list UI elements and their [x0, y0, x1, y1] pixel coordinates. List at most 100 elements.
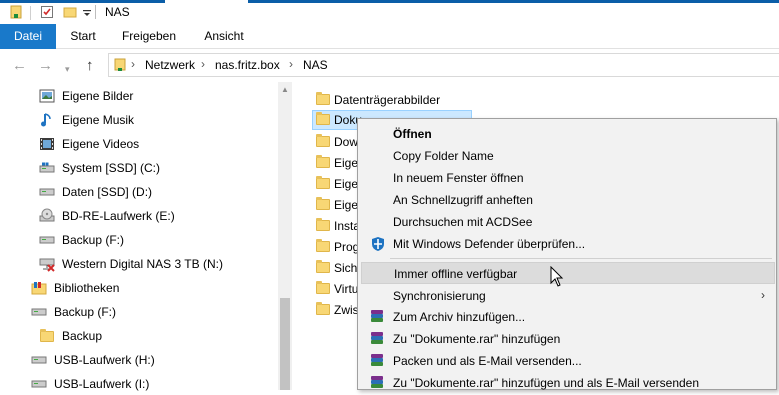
folder-name: Eige — [334, 198, 359, 212]
folder-icon — [316, 218, 330, 232]
tab-share[interactable]: Freigeben — [114, 24, 184, 49]
nav-item-data-drive[interactable]: Daten [SSD] (D:) — [38, 181, 152, 203]
nav-item-label: System [SSD] (C:) — [62, 161, 161, 175]
folder-item[interactable]: Insta — [316, 216, 360, 236]
nav-item-usb-i[interactable]: USB-Laufwerk (I:) — [30, 373, 149, 395]
folder-item[interactable]: Sich — [316, 258, 357, 278]
recent-locations-button[interactable]: ▾ — [65, 61, 70, 77]
menu-item-pin-quick-access[interactable]: An Schnellzugriff anheften — [361, 189, 775, 211]
menu-item-label: Mit Windows Defender überprüfen... — [393, 237, 586, 251]
nav-item-label: Eigene Bilder — [62, 89, 134, 103]
music-icon — [38, 112, 56, 128]
breadcrumb-chevron[interactable]: › — [289, 57, 293, 71]
title-bar: NAS — [0, 0, 779, 24]
nav-item-backup-drive[interactable]: Backup (F:) — [38, 229, 124, 251]
winrar-icon — [370, 375, 386, 391]
menu-item-label: In neuem Fenster öffnen — [393, 171, 524, 185]
folder-name: Eige — [334, 177, 359, 191]
folder-name: Eige — [334, 156, 359, 170]
menu-item-browse-acdsee[interactable]: Durchsuchen mit ACDSee — [361, 211, 775, 233]
menu-item-sync[interactable]: Synchronisierung › — [361, 285, 775, 307]
nav-item-label: USB-Laufwerk (I:) — [54, 377, 150, 391]
breadcrumb-chevron[interactable]: › — [131, 57, 135, 71]
scrollbar-thumb[interactable] — [280, 298, 290, 390]
nav-item-backup-drive-2[interactable]: Backup (F:) — [30, 301, 116, 323]
drive-icon — [30, 352, 48, 368]
menu-item-label: Immer offline verfügbar — [394, 267, 518, 281]
address-bar[interactable]: › Netzwerk › nas.fritz.box › NAS — [108, 53, 779, 77]
folder-icon — [316, 134, 330, 148]
tab-view[interactable]: Ansicht — [196, 24, 252, 49]
disconnected-network-drive-icon — [38, 256, 56, 272]
nav-item-label: Eigene Musik — [62, 113, 135, 127]
folder-item[interactable]: Virtu — [316, 279, 358, 299]
menu-item-label: Zum Archiv hinzufügen... — [393, 310, 526, 324]
nav-pane-scrollbar[interactable]: ▲ — [278, 82, 292, 390]
folder-icon — [38, 328, 56, 344]
breadcrumb-chevron[interactable]: › — [201, 57, 205, 71]
folder-item[interactable]: Eige — [316, 174, 358, 194]
menu-item-add-to-rar[interactable]: Zu "Dokumente.rar" hinzufügen — [361, 328, 775, 350]
menu-item-add-rar-email[interactable]: Zu "Dokumente.rar" hinzufügen und als E-… — [361, 372, 775, 394]
folder-item[interactable]: Eige — [316, 153, 358, 173]
folder-name: Sich — [334, 261, 358, 275]
nav-item-usb-h[interactable]: USB-Laufwerk (H:) — [30, 349, 155, 371]
tab-file[interactable]: Datei — [0, 24, 56, 49]
nav-item-videos[interactable]: Eigene Videos — [38, 133, 139, 155]
breadcrumb-network[interactable]: Netzwerk — [145, 58, 195, 72]
menu-item-label: Synchronisierung — [393, 289, 486, 303]
nav-item-label: Western Digital NAS 3 TB (N:) — [62, 257, 223, 271]
pictures-icon — [38, 88, 56, 104]
nav-item-bd-drive[interactable]: BD-RE-Laufwerk (E:) — [38, 205, 175, 227]
menu-item-open-new-window[interactable]: In neuem Fenster öffnen — [361, 167, 775, 189]
nav-item-backup-folder[interactable]: Backup — [38, 325, 102, 347]
folder-item[interactable]: Datenträgerabbilder — [316, 90, 440, 110]
folder-icon — [316, 197, 330, 211]
drive-icon — [38, 232, 56, 248]
back-button[interactable]: ← — [12, 58, 27, 74]
winrar-icon — [370, 331, 386, 347]
breadcrumb-share[interactable]: NAS — [303, 58, 328, 72]
winrar-icon — [370, 309, 386, 325]
nav-item-label: Backup (F:) — [62, 233, 125, 247]
nav-item-label: Backup (F:) — [54, 305, 117, 319]
folder-name: Virtu — [334, 282, 359, 296]
explorer-icon[interactable] — [9, 5, 23, 19]
nav-item-system-drive[interactable]: System [SSD] (C:) — [38, 157, 160, 179]
breadcrumb-host[interactable]: nas.fritz.box — [215, 58, 280, 72]
customize-toolbar-icon[interactable] — [82, 5, 92, 19]
folder-name: Dow — [334, 135, 359, 149]
menu-item-add-to-archive[interactable]: Zum Archiv hinzufügen... — [361, 306, 775, 328]
folder-item[interactable]: Prog — [316, 237, 359, 257]
nav-item-label: Backup — [62, 329, 103, 343]
nav-item-pictures[interactable]: Eigene Bilder — [38, 85, 133, 107]
nav-item-label: Eigene Videos — [62, 137, 140, 151]
folder-item[interactable]: Zwis — [316, 300, 359, 320]
title-accent — [248, 0, 779, 3]
nav-item-music[interactable]: Eigene Musik — [38, 109, 134, 131]
folder-item[interactable]: Dow — [316, 132, 358, 152]
menu-item-defender-scan[interactable]: Mit Windows Defender überprüfen... — [361, 233, 775, 255]
folder-item[interactable]: Eige — [316, 195, 358, 215]
properties-icon[interactable] — [40, 5, 54, 19]
up-button[interactable]: ↑ — [86, 58, 94, 74]
tab-start[interactable]: Start — [60, 24, 106, 49]
folder-icon — [316, 281, 330, 295]
menu-item-open[interactable]: Öffnen — [361, 123, 775, 145]
nav-item-label: Bibliotheken — [54, 281, 120, 295]
menu-item-label: An Schnellzugriff anheften — [393, 193, 533, 207]
forward-button[interactable]: → — [38, 58, 53, 74]
new-folder-icon[interactable] — [63, 5, 77, 19]
menu-item-label: Öffnen — [393, 127, 432, 141]
menu-item-copy-folder-name[interactable]: Copy Folder Name — [361, 145, 775, 167]
drive-icon — [38, 184, 56, 200]
winrar-icon — [370, 353, 386, 369]
nav-item-nas-drive[interactable]: Western Digital NAS 3 TB (N:) — [38, 253, 223, 275]
nav-item-libraries[interactable]: Bibliotheken — [30, 277, 119, 299]
scroll-up-icon[interactable]: ▲ — [281, 85, 289, 94]
menu-item-always-offline[interactable]: Immer offline verfügbar — [361, 262, 775, 284]
folder-icon — [316, 112, 330, 126]
menu-item-label: Packen und als E-Mail versenden... — [393, 354, 582, 368]
title-separator — [95, 5, 96, 19]
menu-item-pack-email[interactable]: Packen und als E-Mail versenden... — [361, 350, 775, 372]
